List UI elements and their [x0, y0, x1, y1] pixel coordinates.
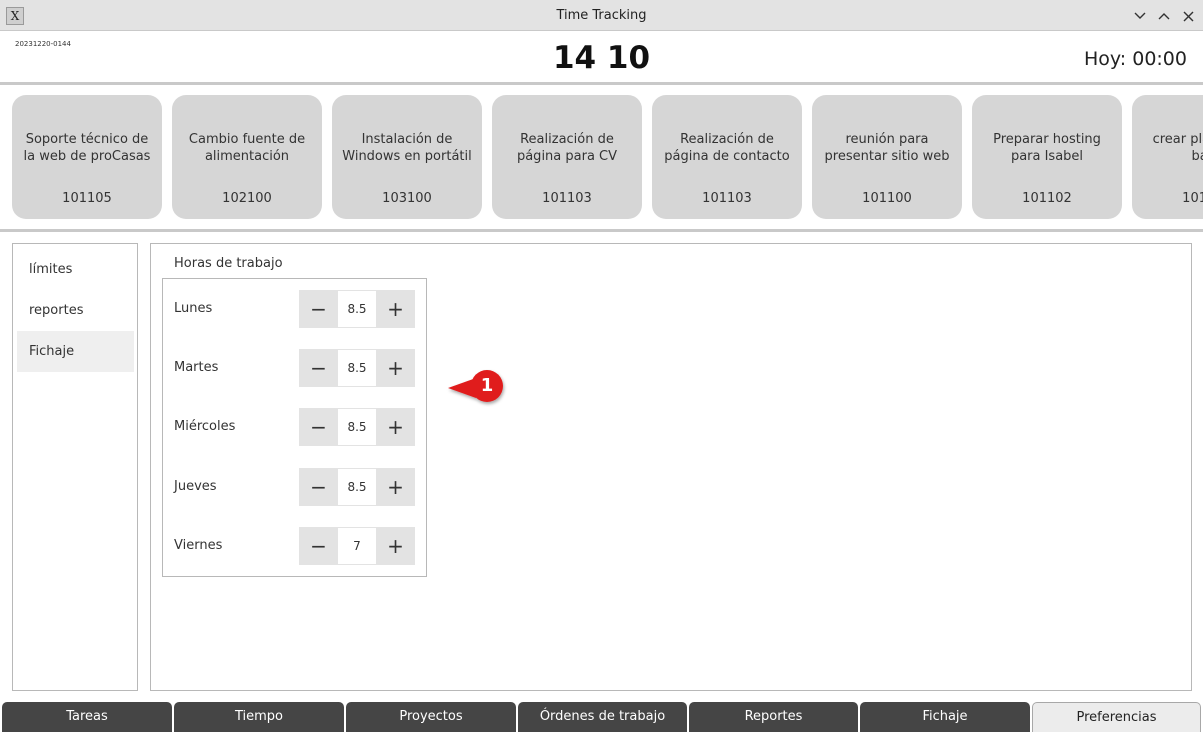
task-card-code: 101103 — [542, 191, 592, 206]
sidebar-item-reportes[interactable]: reportes — [17, 290, 134, 331]
bottom-tab-bar: Tareas Tiempo Proyectos Órdenes de traba… — [0, 701, 1203, 732]
task-card-strip: Soporte técnico de la web de proCasas 10… — [12, 95, 1203, 219]
task-card-code: 101105 — [62, 191, 112, 206]
hours-value[interactable]: 8.5 — [338, 290, 376, 328]
close-button[interactable] — [1178, 6, 1198, 26]
minimize-button[interactable] — [1130, 6, 1150, 26]
task-card-title: Instalación de Windows en portátil — [342, 132, 472, 164]
task-card-code: 101104 — [1182, 191, 1203, 206]
decrement-button[interactable]: − — [299, 527, 338, 565]
task-card-title: Cambio fuente de alimentación — [188, 132, 306, 164]
task-card-code: 101102 — [1022, 191, 1072, 206]
current-time: 14 10 — [552, 40, 651, 76]
divider — [0, 82, 1203, 85]
increment-button[interactable]: + — [376, 527, 415, 565]
hours-stepper-jueves[interactable]: − 8.5 + — [299, 468, 415, 506]
task-card-code: 101103 — [702, 191, 752, 206]
sidebar-item-limites[interactable]: límites — [17, 249, 134, 290]
tab-preferencias[interactable]: Preferencias — [1032, 702, 1201, 732]
day-label-miercoles: Miércoles — [174, 419, 236, 434]
tab-proyectos[interactable]: Proyectos — [346, 702, 516, 732]
work-hours-group-label: Horas de trabajo — [174, 256, 283, 271]
close-icon — [1183, 11, 1193, 21]
today-total: Hoy: 00:00 — [1084, 48, 1187, 70]
chevron-down-icon — [1134, 12, 1146, 19]
task-card-code: 101100 — [862, 191, 912, 206]
decrement-button[interactable]: − — [299, 468, 338, 506]
chevron-up-icon — [1158, 13, 1170, 20]
task-card-code: 102100 — [222, 191, 272, 206]
decrement-button[interactable]: − — [299, 290, 338, 328]
task-card[interactable]: Instalación de Windows en portátil 10310… — [332, 95, 482, 219]
task-card-code: 103100 — [382, 191, 432, 206]
annotation-marker: 1 — [446, 369, 510, 407]
hours-value[interactable]: 8.5 — [338, 408, 376, 446]
task-card-title: Soporte técnico de la web de proCasas — [23, 132, 151, 164]
divider — [0, 229, 1203, 232]
tab-tareas[interactable]: Tareas — [2, 702, 172, 732]
hours-value[interactable]: 8.5 — [338, 349, 376, 387]
day-label-viernes: Viernes — [174, 538, 223, 553]
hours-value[interactable]: 7 — [338, 527, 376, 565]
task-card[interactable]: Soporte técnico de la web de proCasas 10… — [12, 95, 162, 219]
decrement-button[interactable]: − — [299, 408, 338, 446]
window-title: Time Tracking — [556, 8, 647, 23]
increment-button[interactable]: + — [376, 468, 415, 506]
hours-stepper-martes[interactable]: − 8.5 + — [299, 349, 415, 387]
task-card[interactable]: crear plataforma base 101104 — [1132, 95, 1203, 219]
annotation-number: 1 — [480, 375, 494, 396]
tab-tiempo[interactable]: Tiempo — [174, 702, 344, 732]
increment-button[interactable]: + — [376, 408, 415, 446]
tab-reportes[interactable]: Reportes — [689, 702, 858, 732]
task-card[interactable]: Preparar hosting para Isabel 101102 — [972, 95, 1122, 219]
hours-stepper-miercoles[interactable]: − 8.5 + — [299, 408, 415, 446]
increment-button[interactable]: + — [376, 290, 415, 328]
increment-button[interactable]: + — [376, 349, 415, 387]
tab-fichaje[interactable]: Fichaje — [860, 702, 1030, 732]
task-card[interactable]: reunión para presentar sitio web 101100 — [812, 95, 962, 219]
task-card-title: crear plataforma base — [1152, 132, 1203, 164]
sidebar-item-fichaje[interactable]: Fichaje — [17, 331, 134, 372]
task-card-title: Realización de página de contacto — [664, 132, 790, 164]
hours-stepper-viernes[interactable]: − 7 + — [299, 527, 415, 565]
task-card-title: reunión para presentar sitio web — [824, 132, 950, 164]
task-card[interactable]: Cambio fuente de alimentación 102100 — [172, 95, 322, 219]
settings-sidebar: límites reportes Fichaje — [12, 243, 138, 691]
tab-ordenes-de-trabajo[interactable]: Órdenes de trabajo — [518, 702, 687, 732]
task-card-title: Preparar hosting para Isabel — [993, 132, 1101, 164]
task-card-title: Realización de página para CV — [516, 132, 618, 164]
day-label-lunes: Lunes — [174, 301, 213, 316]
hours-stepper-lunes[interactable]: − 8.5 + — [299, 290, 415, 328]
hours-value[interactable]: 8.5 — [338, 468, 376, 506]
day-label-jueves: Jueves — [174, 479, 217, 494]
day-label-martes: Martes — [174, 360, 219, 375]
maximize-button[interactable] — [1154, 6, 1174, 26]
decrement-button[interactable]: − — [299, 349, 338, 387]
task-card[interactable]: Realización de página para CV 101103 — [492, 95, 642, 219]
task-card[interactable]: Realización de página de contacto 101103 — [652, 95, 802, 219]
